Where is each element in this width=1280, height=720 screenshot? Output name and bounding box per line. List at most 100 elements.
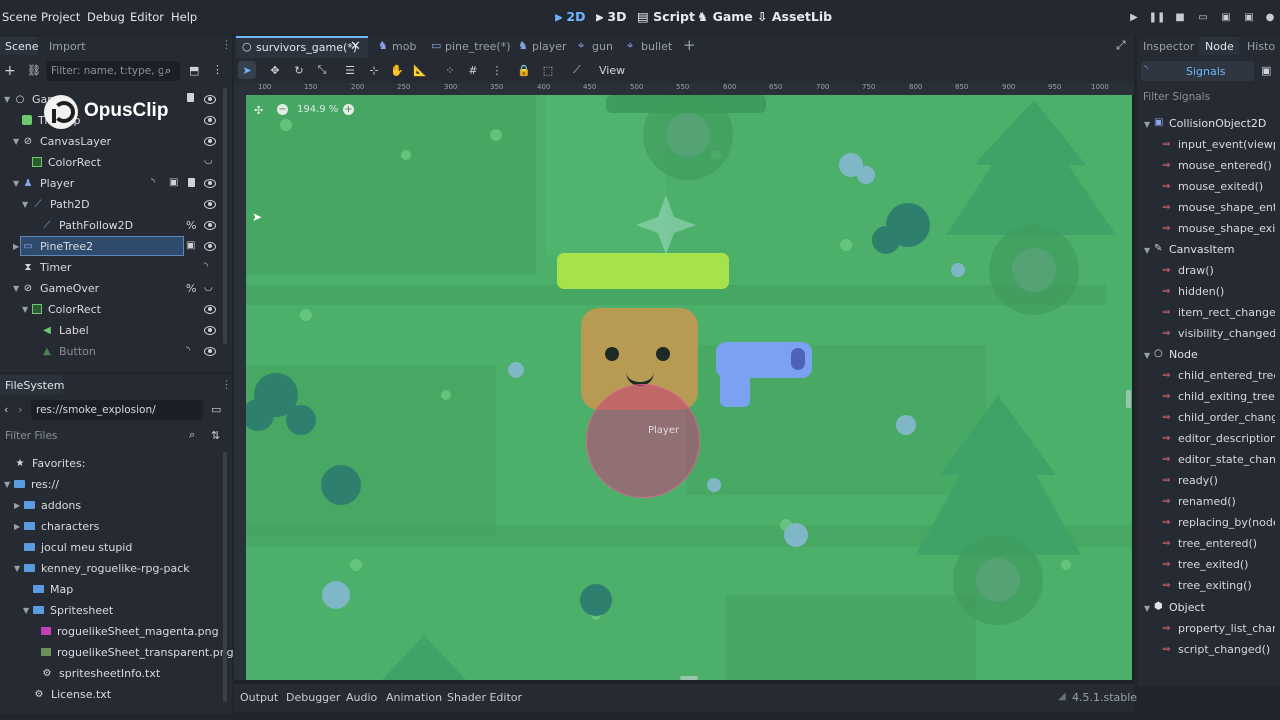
tab-player[interactable]: player: [532, 40, 567, 53]
tree-node-player[interactable]: ♟ Player: [22, 173, 75, 193]
visibility-hidden-icon[interactable]: ◡: [204, 282, 213, 293]
tab-node[interactable]: Node: [1205, 40, 1234, 53]
groups-icon[interactable]: ▣: [1261, 64, 1271, 77]
ruler-tool-icon[interactable]: 📐: [413, 63, 427, 77]
list-tool-icon[interactable]: ☰: [343, 63, 357, 77]
tab-animation[interactable]: Animation: [386, 691, 442, 704]
visibility-eye-icon[interactable]: [204, 242, 216, 251]
smart-snap-icon[interactable]: ⁘: [443, 63, 457, 77]
tree-node-label[interactable]: ◀ Label: [41, 320, 89, 340]
fs-item-jocul[interactable]: jocul meu stupid: [24, 537, 132, 557]
fs-item-spritesheet[interactable]: Spritesheet: [33, 600, 113, 620]
signal-group-collisionobject2d[interactable]: CollisionObject2D: [1169, 117, 1266, 130]
signal-group-object[interactable]: Object: [1169, 601, 1205, 614]
movie-icon[interactable]: ●: [1263, 10, 1277, 24]
path-field[interactable]: res://smoke_explosion/: [31, 400, 203, 420]
close-tab-icon[interactable]: ✕: [350, 39, 361, 54]
group-icon[interactable]: ⬚: [541, 63, 555, 77]
fs-item-res[interactable]: res://: [14, 474, 59, 494]
signal-item[interactable]: script_changed(): [1178, 643, 1270, 656]
tree-node-timer[interactable]: ⧗ Timer: [22, 257, 71, 277]
move-tool-icon[interactable]: ✥: [268, 63, 282, 77]
fs-item-map[interactable]: Map: [33, 579, 73, 599]
fs-item-characters[interactable]: characters: [24, 516, 99, 536]
visibility-eye-icon[interactable]: [204, 95, 216, 104]
fs-item-transparent-png[interactable]: roguelikeSheet_transparent.png: [41, 642, 234, 662]
visibility-hidden-icon[interactable]: ◡: [204, 155, 213, 166]
bone-icon[interactable]: ⟋: [570, 63, 584, 77]
menu-editor[interactable]: Editor: [130, 10, 164, 24]
tab-debugger[interactable]: Debugger: [286, 691, 340, 704]
rotate-tool-icon[interactable]: ↻: [292, 63, 306, 77]
play-icon[interactable]: ▶: [1127, 10, 1141, 24]
dock-menu-icon[interactable]: ⋮: [221, 38, 232, 51]
viewport-hscrollbar[interactable]: [680, 676, 698, 680]
scale-tool-icon[interactable]: ⤡: [315, 63, 329, 77]
signal-icon[interactable]: ◝: [151, 177, 155, 188]
tree-node-button[interactable]: ▲ Button: [41, 341, 96, 361]
signal-item[interactable]: hidden(): [1178, 285, 1224, 298]
play-scene-icon[interactable]: ▣: [1219, 10, 1233, 24]
signal-group-canvasitem[interactable]: CanvasItem: [1169, 243, 1234, 256]
tree-node-colorrect-2[interactable]: ColorRect: [32, 299, 101, 319]
tab-gun[interactable]: gun: [592, 40, 613, 53]
signal-item[interactable]: tree_entered(): [1178, 537, 1257, 550]
dock-menu-icon[interactable]: ⋮: [221, 378, 232, 391]
viewport-scrollbar[interactable]: [1126, 390, 1131, 408]
tree-node-colorrect[interactable]: ColorRect: [32, 152, 101, 172]
visibility-eye-icon[interactable]: [204, 116, 216, 125]
pivot-tool-icon[interactable]: ⊹: [367, 63, 381, 77]
open-scene-icon[interactable]: ▣: [186, 240, 195, 251]
new-tab-icon[interactable]: +: [683, 36, 696, 54]
filesystem-scrollbar[interactable]: [223, 452, 227, 702]
unique-name-icon[interactable]: %: [186, 282, 196, 295]
tab-shader-editor[interactable]: Shader Editor: [447, 691, 522, 704]
fs-item-addons[interactable]: addons: [24, 495, 81, 515]
signal-item[interactable]: mouse_shape_exited(: [1178, 222, 1280, 235]
zoom-out-icon[interactable]: −: [277, 104, 288, 115]
mode-3d-button[interactable]: ⫸ 3D: [596, 9, 627, 25]
game-viewport[interactable]: Player ✣ − 194.9 % +: [246, 95, 1132, 680]
zoom-in-icon[interactable]: +: [343, 104, 354, 115]
center-view-icon[interactable]: ✣: [254, 104, 263, 117]
mode-2d-button[interactable]: ⫸ 2D: [555, 9, 586, 25]
tree-node-path2d[interactable]: ⟋ Path2D: [32, 194, 90, 214]
scene-filter-input[interactable]: Filter: name, t:type, g:gr ⌕: [46, 61, 180, 81]
signal-item[interactable]: tree_exiting(): [1178, 579, 1252, 592]
script-attached-icon[interactable]: [188, 178, 195, 187]
script-attached-icon[interactable]: [187, 93, 194, 102]
mode-script-button[interactable]: ▤ Script: [637, 9, 695, 24]
signal-item[interactable]: ready(): [1178, 474, 1218, 487]
fs-item-spritesheetinfo[interactable]: ⚙ spritesheetInfo.txt: [41, 663, 161, 683]
play-custom-icon[interactable]: ▣: [1242, 10, 1256, 24]
tree-node-gameover[interactable]: ⊘ GameOver: [22, 278, 99, 298]
tab-import[interactable]: Import: [49, 40, 86, 53]
signal-item[interactable]: draw(): [1178, 264, 1214, 277]
menu-scene[interactable]: Scene: [2, 10, 37, 24]
pan-tool-icon[interactable]: ✋: [390, 63, 404, 77]
fs-item-kenney[interactable]: kenney_roguelike-rpg-pack: [24, 558, 190, 578]
signal-group-node[interactable]: Node: [1169, 348, 1198, 361]
signal-item[interactable]: child_exiting_tree(no: [1178, 390, 1280, 403]
signal-item[interactable]: child_order_changed(: [1178, 411, 1280, 424]
open-scene-icon[interactable]: ▣: [169, 177, 178, 188]
menu-debug[interactable]: Debug: [87, 10, 125, 24]
signal-item[interactable]: renamed(): [1178, 495, 1236, 508]
scene-options-icon[interactable]: ⋮: [212, 63, 223, 76]
signal-item[interactable]: child_entered_tree(no: [1178, 369, 1280, 382]
back-icon[interactable]: ‹: [4, 403, 8, 416]
sort-icon[interactable]: ⇅: [211, 429, 220, 442]
signal-item[interactable]: mouse_shape_entere: [1178, 201, 1280, 214]
menu-project[interactable]: Project: [41, 10, 80, 24]
tab-audio[interactable]: Audio: [346, 691, 377, 704]
tab-filesystem[interactable]: FileSystem: [5, 379, 64, 392]
visibility-eye-icon[interactable]: [204, 305, 216, 314]
select-tool-icon[interactable]: ➤: [240, 63, 254, 77]
tab-scene[interactable]: Scene: [5, 40, 39, 53]
signal-item[interactable]: mouse_exited(): [1178, 180, 1263, 193]
tab-output[interactable]: Output: [240, 691, 278, 704]
visibility-eye-icon[interactable]: [204, 221, 216, 230]
fs-item-magenta-png[interactable]: roguelikeSheet_magenta.png: [41, 621, 219, 641]
signal-item[interactable]: editor_description_ch: [1178, 432, 1280, 445]
tab-mob[interactable]: mob: [392, 40, 416, 53]
